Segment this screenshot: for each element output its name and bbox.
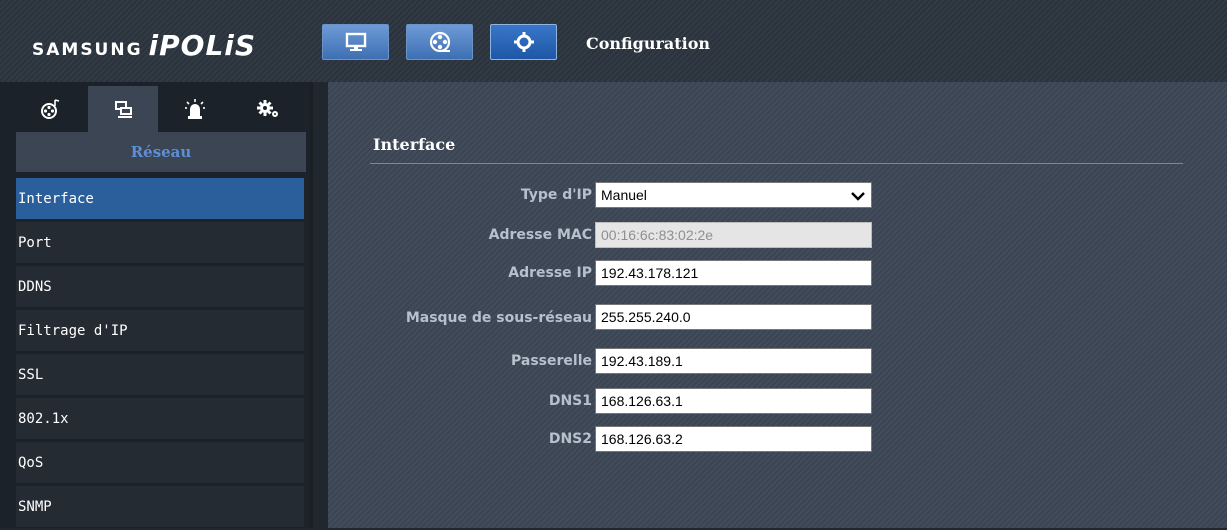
ip-type-select[interactable]: Manuel: [595, 182, 872, 208]
ip-label: Adresse IP: [508, 264, 592, 281]
dns1-row: DNS1: [328, 388, 888, 414]
tab-system[interactable]: [232, 86, 302, 132]
system-settings-icon: [257, 100, 278, 117]
ip-type-value: Manuel: [601, 187, 647, 203]
tab-event[interactable]: [160, 86, 230, 132]
film-reel-icon: [429, 31, 450, 53]
setup-button[interactable]: [490, 24, 557, 60]
main-content: Interface Type d'IP Manuel Adresse MAC A…: [328, 82, 1227, 528]
ip-type-label: Type d'IP: [520, 186, 592, 203]
gear-icon: [513, 32, 534, 52]
section-title: Réseau: [16, 132, 306, 172]
video-setup-icon: [41, 99, 60, 119]
menu-item-ssl[interactable]: SSL: [16, 354, 304, 395]
menu-item-8021x[interactable]: 802.1x: [16, 398, 304, 439]
ip-type-row: Type d'IP Manuel: [328, 182, 888, 208]
menu-item-interface[interactable]: Interface: [16, 178, 304, 219]
mac-field: [595, 222, 872, 248]
menu-item-port[interactable]: Port: [16, 222, 304, 263]
dns1-label: DNS1: [548, 392, 592, 409]
playback-button[interactable]: [406, 24, 473, 60]
monitor-icon: [345, 32, 366, 51]
mask-label: Masque de sous-réseau: [405, 309, 592, 326]
top-bar: SAMSUNG iPOLiS Configuration: [0, 0, 1227, 82]
content-title: Interface: [373, 135, 456, 154]
network-menu: Interface Port DDNS Filtrage d'IP SSL 80…: [16, 178, 304, 530]
mac-label: Adresse MAC: [488, 226, 592, 243]
ip-address-field[interactable]: [595, 260, 872, 286]
subnet-mask-field[interactable]: [595, 304, 872, 330]
menu-item-snmp[interactable]: SNMP: [16, 486, 304, 527]
menu-item-ddns[interactable]: DDNS: [16, 266, 304, 307]
sidebar: Réseau Interface Port DDNS Filtrage d'IP…: [0, 82, 313, 528]
mask-row: Masque de sous-réseau: [328, 304, 888, 330]
menu-item-qos[interactable]: QoS: [16, 442, 304, 483]
mac-row: Adresse MAC: [328, 222, 888, 248]
dns1-field[interactable]: [595, 388, 872, 414]
dns2-label: DNS2: [548, 430, 592, 447]
sidebar-tabs: [16, 82, 306, 132]
alarm-icon: [185, 99, 205, 119]
dns2-row: DNS2: [328, 426, 888, 452]
gateway-label: Passerelle: [511, 352, 592, 369]
logo-product: iPOLiS: [148, 29, 257, 62]
tab-video-audio[interactable]: [16, 86, 86, 132]
ip-row: Adresse IP: [328, 260, 888, 286]
menu-item-ip-filtering[interactable]: Filtrage d'IP: [16, 310, 304, 351]
tab-network[interactable]: [88, 86, 158, 132]
gateway-field[interactable]: [595, 348, 872, 374]
live-view-button[interactable]: [322, 24, 389, 60]
logo-brand: SAMSUNG: [32, 40, 143, 60]
page-title: Configuration: [586, 34, 711, 53]
gateway-row: Passerelle: [328, 348, 888, 374]
network-icon: [115, 101, 132, 118]
title-divider: [370, 163, 1183, 164]
samsung-ipolis-logo: SAMSUNG iPOLiS: [32, 29, 257, 62]
dns2-field[interactable]: [595, 426, 872, 452]
chevron-down-icon: [851, 192, 865, 201]
